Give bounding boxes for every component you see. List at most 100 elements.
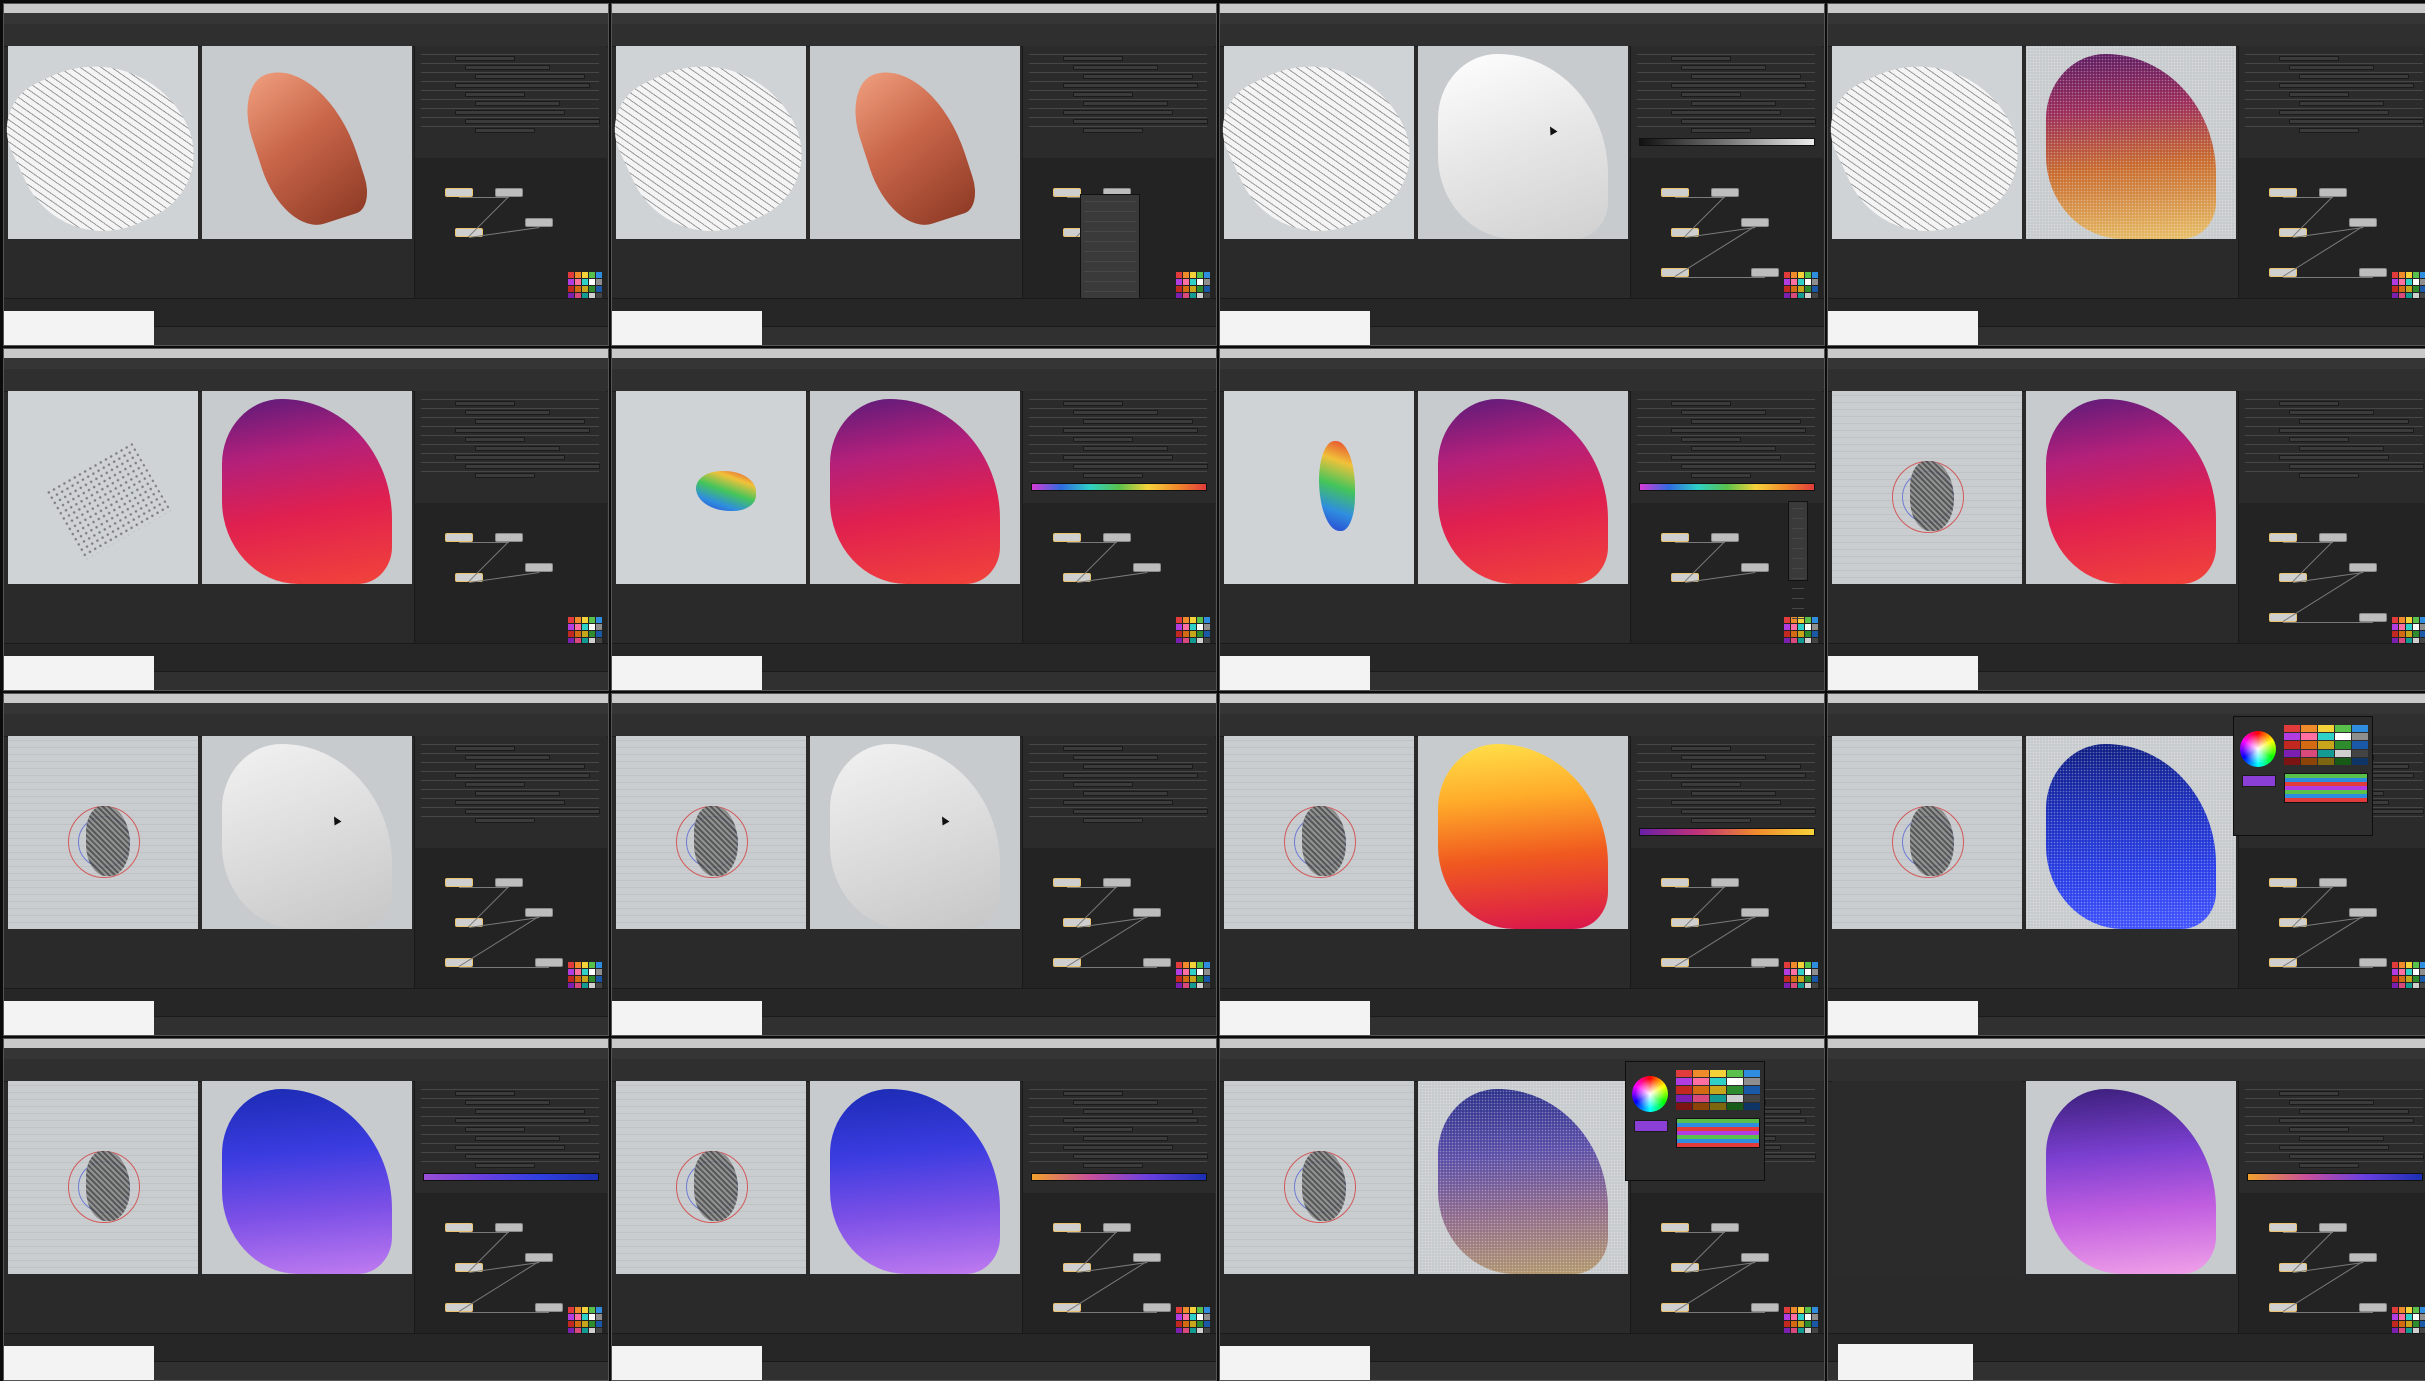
picker-swatch[interactable]	[1744, 1070, 1760, 1078]
palette-swatch[interactable]	[2406, 631, 2412, 637]
picker-swatch[interactable]	[1676, 1102, 1692, 1110]
parameter-field[interactable]	[475, 791, 560, 796]
palette-swatch[interactable]	[1197, 976, 1203, 982]
palette-swatch[interactable]	[1784, 279, 1790, 285]
palette-swatch[interactable]	[1784, 962, 1790, 968]
parameter-field[interactable]	[2299, 128, 2359, 133]
parameter-field[interactable]	[1671, 773, 1806, 778]
palette-swatch[interactable]	[589, 962, 595, 968]
palette-swatch[interactable]	[2399, 617, 2405, 623]
palette-swatch[interactable]	[1176, 1314, 1182, 1320]
menu-item[interactable]	[1084, 261, 1136, 262]
network-node[interactable]	[445, 188, 473, 197]
palette-swatch[interactable]	[2399, 631, 2405, 637]
color-wheel[interactable]	[1632, 1076, 1668, 1112]
palette-swatch[interactable]	[1190, 976, 1196, 982]
parameter-field[interactable]	[1073, 119, 1208, 124]
palette-swatch[interactable]	[1204, 272, 1210, 278]
parameter-field[interactable]	[1691, 791, 1776, 796]
palette-swatch[interactable]	[2413, 976, 2419, 982]
parameter-field[interactable]	[2299, 419, 2409, 424]
scene-viewport[interactable]	[612, 33, 824, 259]
palette-swatch[interactable]	[1784, 1314, 1790, 1320]
network-node[interactable]	[495, 188, 523, 197]
parameter-field[interactable]	[1063, 428, 1198, 433]
palette-swatch[interactable]	[1805, 1314, 1811, 1320]
menu-item[interactable]	[1792, 618, 1804, 619]
palette-swatch[interactable]	[1812, 286, 1818, 292]
menu-item[interactable]	[1084, 241, 1136, 242]
palette-swatch[interactable]	[568, 286, 574, 292]
parameter-field[interactable]	[2299, 1163, 2359, 1168]
color-ramp[interactable]	[2247, 1173, 2423, 1181]
palette-swatch[interactable]	[1798, 1307, 1804, 1313]
network-node[interactable]	[1053, 188, 1081, 197]
palette-swatch[interactable]	[568, 272, 574, 278]
palette-swatch[interactable]	[1197, 1321, 1203, 1327]
render-viewport[interactable]	[202, 46, 412, 239]
palette-swatch[interactable]	[2399, 286, 2405, 292]
parameter-field[interactable]	[465, 1154, 600, 1159]
palette-swatch[interactable]	[1812, 272, 1818, 278]
parameter-field[interactable]	[2279, 1091, 2339, 1096]
picker-swatch[interactable]	[2301, 725, 2317, 733]
picker-swatch[interactable]	[1693, 1070, 1709, 1078]
parameter-field[interactable]	[1671, 110, 1781, 115]
parameter-field[interactable]	[1073, 782, 1133, 787]
palette-swatch[interactable]	[1784, 976, 1790, 982]
picker-swatch[interactable]	[2335, 741, 2351, 749]
menu-item[interactable]	[1792, 538, 1804, 539]
render-viewport[interactable]	[1418, 46, 1628, 239]
palette-swatch[interactable]	[1190, 279, 1196, 285]
parameter-field[interactable]	[1083, 101, 1168, 106]
palette-swatch[interactable]	[2413, 279, 2419, 285]
palette-swatch[interactable]	[1197, 1314, 1203, 1320]
palette-swatch[interactable]	[575, 272, 581, 278]
palette-swatch[interactable]	[2399, 624, 2405, 630]
palette-swatch[interactable]	[1812, 1314, 1818, 1320]
network-node[interactable]	[1711, 878, 1739, 887]
menu-item[interactable]	[1792, 528, 1804, 529]
tool-shelf[interactable]	[1828, 1059, 2425, 1082]
palette-swatch[interactable]	[1798, 631, 1804, 637]
render-viewport[interactable]	[2026, 391, 2236, 584]
menu-item[interactable]	[1084, 271, 1136, 272]
parameter-field[interactable]	[1083, 74, 1193, 79]
network-node[interactable]	[2359, 1303, 2387, 1312]
palette-swatch[interactable]	[2420, 962, 2425, 968]
parameter-field[interactable]	[475, 473, 535, 478]
palette-swatch[interactable]	[2392, 1307, 2398, 1313]
palette-swatch[interactable]	[575, 1307, 581, 1313]
palette-swatch[interactable]	[2420, 1307, 2425, 1313]
palette-swatch[interactable]	[1791, 272, 1797, 278]
palette-swatch[interactable]	[2392, 286, 2398, 292]
menu-item[interactable]	[1084, 231, 1136, 232]
picker-swatch[interactable]	[1676, 1094, 1692, 1102]
palette-swatch[interactable]	[2399, 1307, 2405, 1313]
palette-swatch[interactable]	[1190, 286, 1196, 292]
palette-swatch[interactable]	[1805, 272, 1811, 278]
palette-swatch[interactable]	[575, 962, 581, 968]
palette-swatch[interactable]	[1791, 279, 1797, 285]
palette-swatch[interactable]	[2413, 1321, 2419, 1327]
palette-swatch[interactable]	[1197, 1307, 1203, 1313]
palette-swatch[interactable]	[1812, 617, 1818, 623]
network-node[interactable]	[525, 218, 553, 227]
network-node[interactable]	[445, 878, 473, 887]
parameter-field[interactable]	[2289, 1100, 2374, 1105]
render-viewport[interactable]	[2026, 736, 2236, 929]
palette-swatch[interactable]	[1805, 617, 1811, 623]
picker-swatch[interactable]	[1676, 1078, 1692, 1086]
parameter-field[interactable]	[1073, 464, 1208, 469]
parameter-field[interactable]	[1073, 755, 1158, 760]
tool-shelf[interactable]	[4, 1059, 608, 1082]
parameter-field[interactable]	[2279, 110, 2389, 115]
palette-swatch[interactable]	[2406, 962, 2412, 968]
picker-hue-bars[interactable]	[2284, 773, 2368, 803]
scene-viewport[interactable]	[8, 1081, 198, 1274]
palette-swatch[interactable]	[582, 272, 588, 278]
parameter-field[interactable]	[1073, 65, 1158, 70]
picker-swatch[interactable]	[2301, 741, 2317, 749]
palette-swatch[interactable]	[2392, 279, 2398, 285]
network-node[interactable]	[1741, 908, 1769, 917]
